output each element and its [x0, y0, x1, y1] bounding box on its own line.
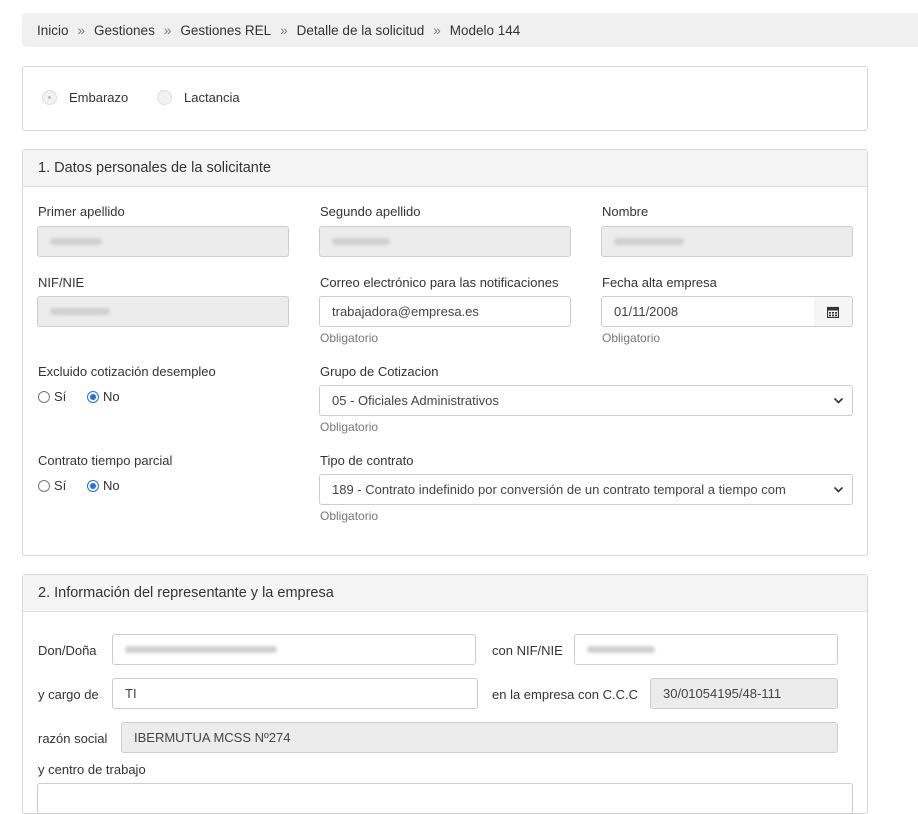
radio-embarazo-circle[interactable] — [42, 90, 57, 105]
radio-embarazo-label: Embarazo — [69, 90, 129, 105]
redacted-value — [332, 238, 390, 245]
type-selector-panel: Embarazo Lactancia — [22, 66, 868, 131]
section2-title: 2. Información del representante y la em… — [23, 575, 867, 612]
correo-label: Correo electrónico para las notificacion… — [320, 275, 559, 290]
grupo-label: Grupo de Cotizacion — [320, 364, 439, 379]
tipo-help: Obligatorio — [320, 509, 379, 523]
parcial-si-label: Sí — [54, 478, 67, 493]
grupo-help: Obligatorio — [320, 420, 379, 434]
breadcrumb-detalle[interactable]: Detalle de la solicitud — [297, 23, 425, 38]
razon-input[interactable]: IBERMUTUA MCSS Nº274 — [121, 722, 838, 753]
chevron-down-icon — [833, 486, 844, 493]
parcial-no[interactable]: No — [87, 478, 120, 493]
centro-input[interactable] — [37, 783, 853, 814]
ccc-label: en la empresa con C.C.C — [492, 687, 638, 702]
cargo-label: y cargo de — [38, 687, 99, 702]
breadcrumb-separator: » — [433, 22, 441, 38]
breadcrumb-gestiones[interactable]: Gestiones — [94, 23, 155, 38]
redacted-value — [50, 238, 102, 245]
radio-lactancia-label: Lactancia — [184, 90, 240, 105]
redacted-value — [50, 308, 110, 315]
primer-apellido-label: Primer apellido — [38, 204, 125, 219]
excluido-no-label: No — [103, 389, 120, 404]
con-nif-label: con NIF/NIE — [492, 643, 563, 658]
breadcrumb-separator: » — [163, 22, 172, 38]
correo-help: Obligatorio — [320, 331, 379, 345]
primer-apellido-input[interactable] — [37, 226, 289, 257]
don-label: Don/Doña — [38, 643, 97, 658]
tipo-select[interactable]: 189 - Contrato indefinido por conversión… — [319, 474, 853, 505]
centro-label: y centro de trabajo — [38, 762, 146, 777]
chevron-down-icon — [833, 397, 844, 404]
calendar-icon — [827, 306, 839, 318]
section1-title: 1. Datos personales de la solicitante — [23, 150, 867, 187]
parcial-label: Contrato tiempo parcial — [38, 453, 173, 468]
nombre-input[interactable] — [601, 226, 853, 257]
excluido-no-radio[interactable] — [87, 390, 99, 403]
excluido-si[interactable]: Sí — [38, 389, 66, 404]
radio-lactancia-circle[interactable] — [157, 90, 172, 105]
calendar-button[interactable] — [814, 296, 853, 327]
breadcrumb-separator: » — [77, 22, 86, 38]
tipo-select-value: 189 - Contrato indefinido por conversión… — [332, 482, 786, 497]
parcial-no-radio[interactable] — [87, 479, 99, 492]
breadcrumb-gestiones-rel[interactable]: Gestiones REL — [180, 23, 271, 38]
breadcrumb-inicio[interactable]: Inicio — [37, 23, 69, 38]
redacted-value — [125, 646, 277, 653]
fecha-alta-label: Fecha alta empresa — [602, 275, 717, 290]
excluido-si-label: Sí — [54, 389, 67, 404]
nif-input[interactable] — [37, 296, 289, 327]
redacted-value — [614, 238, 684, 245]
breadcrumb-separator: » — [280, 22, 288, 38]
nombre-label: Nombre — [602, 204, 649, 219]
ccc-input[interactable]: 30/01054195/48-111 — [650, 678, 838, 709]
grupo-select-value: 05 - Oficiales Administrativos — [332, 393, 499, 408]
nif-label: NIF/NIE — [38, 275, 85, 290]
segundo-apellido-label: Segundo apellido — [320, 204, 421, 219]
correo-input[interactable]: trabajadora@empresa.es — [319, 296, 571, 327]
fecha-alta-input[interactable]: 01/11/2008 — [601, 296, 815, 327]
cargo-input[interactable]: TI — [112, 678, 478, 709]
breadcrumb-modelo-144: Modelo 144 — [449, 22, 521, 38]
radio-lactancia[interactable]: Lactancia — [157, 90, 240, 105]
excluido-si-radio[interactable] — [38, 390, 50, 403]
parcial-si[interactable]: Sí — [38, 478, 66, 493]
segundo-apellido-input[interactable] — [319, 226, 571, 257]
breadcrumb: Inicio » Gestiones » Gestiones REL » Det… — [22, 13, 918, 47]
fecha-alta-help: Obligatorio — [602, 331, 661, 345]
parcial-no-label: No — [103, 478, 120, 493]
radio-embarazo[interactable]: Embarazo — [42, 90, 128, 105]
excluido-label: Excluido cotización desempleo — [38, 364, 216, 379]
grupo-select[interactable]: 05 - Oficiales Administrativos — [319, 385, 853, 416]
redacted-value — [587, 646, 655, 653]
excluido-no[interactable]: No — [87, 389, 120, 404]
parcial-si-radio[interactable] — [38, 479, 50, 492]
con-nif-input[interactable] — [574, 634, 838, 665]
tipo-label: Tipo de contrato — [320, 453, 414, 468]
don-input[interactable] — [112, 634, 476, 665]
razon-label: razón social — [38, 731, 108, 746]
